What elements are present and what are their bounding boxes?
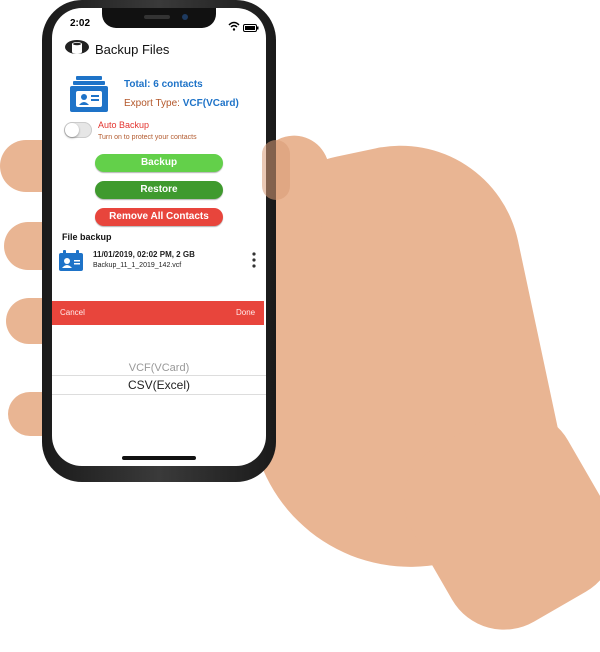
export-type-label: Export Type: xyxy=(124,98,180,109)
restore-button[interactable]: Restore xyxy=(95,181,223,199)
file-date: 11/01/2019, 02:02 PM, 2 GB xyxy=(93,250,195,259)
picker-divider-bottom xyxy=(52,394,266,395)
total-contacts: Total: 6 contacts xyxy=(124,79,203,90)
auto-backup-toggle[interactable] xyxy=(64,122,92,138)
file-backup-title: File backup xyxy=(62,232,112,242)
picker-cancel-button[interactable]: Cancel xyxy=(60,308,85,317)
picker-option-csv[interactable]: CSV(Excel) xyxy=(52,378,266,392)
backup-button[interactable]: Backup xyxy=(95,154,223,172)
export-type-value[interactable]: VCF(VCard) xyxy=(183,98,239,109)
contacts-backup-icon xyxy=(68,74,110,114)
speaker-grille xyxy=(144,15,170,19)
battery-icon xyxy=(243,19,259,32)
page-title: Backup Files xyxy=(95,42,170,57)
status-time: 2:02 xyxy=(70,18,91,29)
remove-all-contacts-button[interactable]: Remove All Contacts xyxy=(95,208,223,226)
auto-backup-label: Auto Backup xyxy=(98,120,150,130)
toggle-knob xyxy=(65,123,79,137)
file-list-item[interactable]: 11/01/2019, 02:02 PM, 2 GB Backup_11_1_2… xyxy=(56,248,262,276)
file-name: Backup_11_1_2019_142.vcf xyxy=(93,262,182,269)
more-options-icon[interactable] xyxy=(252,252,256,268)
wifi-icon xyxy=(228,18,240,31)
picker-done-button[interactable]: Done xyxy=(236,308,255,317)
auto-backup-subtitle: Turn on to protect your contacts xyxy=(98,134,197,141)
cloud-database-icon xyxy=(64,38,90,58)
picker-option-vcf[interactable]: VCF(VCard) xyxy=(52,362,266,374)
thumb-tip xyxy=(262,140,290,200)
vcard-file-icon xyxy=(58,250,84,272)
picker-divider-top xyxy=(52,375,266,376)
front-camera xyxy=(182,14,188,20)
export-type: Export Type: VCF(VCard) xyxy=(124,98,239,109)
home-indicator[interactable] xyxy=(122,456,196,460)
